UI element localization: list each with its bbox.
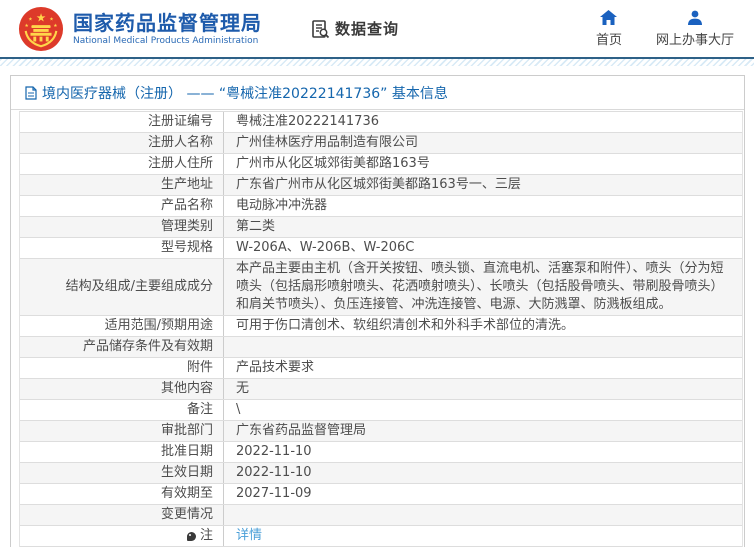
- page-title-bar: 境内医疗器械（注册） —— “粤械注准20222141736” 基本信息: [11, 76, 744, 110]
- row-label: 批准日期: [20, 442, 224, 462]
- row-label: 有效期至: [20, 484, 224, 504]
- header-nav: 首页 网上办事大厅: [595, 9, 734, 48]
- row-label: 变更情况: [20, 505, 224, 525]
- table-row: 产品名称 电动脉冲冲洗器: [20, 196, 742, 217]
- header-stripe-divider: [0, 57, 754, 66]
- person-icon: [687, 10, 702, 25]
- national-emblem-logo: ★ ★ ★ ★ ★: [18, 6, 64, 51]
- row-value: 第二类: [236, 219, 276, 234]
- row-label: 生效日期: [20, 463, 224, 483]
- row-value: 本产品主要由主机（含开关按钮、喷头锁、直流电机、活塞泵和附件）、喷头（分为短喷头…: [236, 261, 724, 312]
- agency-name-cn: 国家药品监督管理局: [73, 10, 262, 35]
- row-label: 产品名称: [20, 196, 224, 216]
- data-query-button[interactable]: 数据查询: [310, 18, 399, 39]
- row-value: [224, 337, 742, 357]
- svg-text:★: ★: [28, 16, 32, 22]
- table-row: 注册证编号 粤械注准20222141736: [20, 112, 742, 133]
- row-label: 备注: [20, 400, 224, 420]
- table-row: 产品储存条件及有效期: [20, 337, 742, 358]
- row-value: 广东省药品监督管理局: [236, 423, 367, 438]
- table-row: 生效日期 2022-11-10: [20, 463, 742, 484]
- row-value: 2027-11-09: [236, 486, 312, 501]
- table-row: 其他内容无: [20, 379, 742, 400]
- table-row: 注册人住所 广州市从化区城郊街美都路163号: [20, 154, 742, 175]
- note-icon: [186, 531, 196, 541]
- nav-item-label: 首页: [595, 32, 622, 48]
- row-value: 2022-11-10: [236, 444, 312, 459]
- nav-item-home[interactable]: 首页: [595, 9, 622, 48]
- table-row: 附件 产品技术要求: [20, 358, 742, 379]
- row-value: 广东省广州市从化区城郊街美都路163号一、三层: [236, 177, 521, 192]
- row-label: 附件: [20, 358, 224, 378]
- row-label: 结构及组成/主要组成成分: [20, 259, 224, 315]
- row-value: 可用于伤口清创术、软组织清创术和外科手术部位的清洗。: [236, 318, 575, 333]
- row-value: 广州佳林医疗用品制造有限公司: [236, 135, 419, 150]
- row-value: \: [236, 402, 241, 417]
- table-row: 有效期至 2027-11-09: [20, 484, 742, 505]
- row-value: 产品技术要求: [236, 360, 315, 375]
- nav-item-service-hall[interactable]: 网上办事大厅: [656, 10, 734, 48]
- table-row: 变更情况: [20, 505, 742, 526]
- data-query-label: 数据查询: [335, 20, 400, 38]
- row-label: 注册人住所: [20, 154, 224, 174]
- row-label: 注: [20, 526, 224, 546]
- agency-brand: ★ ★ ★ ★ ★ 国家药品监督管理局 National Medical Pro…: [18, 6, 262, 52]
- home-icon: [600, 9, 618, 25]
- table-row: 备注 \: [20, 400, 742, 421]
- row-label: 其他内容: [20, 379, 224, 399]
- registration-info-table: 注册证编号 粤械注准20222141736 注册人名称 广州佳林医疗用品制造有限公司注…: [19, 111, 743, 547]
- table-row: 型号规格 W-206A、W-206B、W-206C: [20, 238, 742, 259]
- table-row: 生产地址 广东省广州市从化区城郊街美都路163号一、三层: [20, 175, 742, 196]
- document-icon: [25, 86, 37, 100]
- table-row: 审批部门 广东省药品监督管理局: [20, 421, 742, 442]
- document-search-icon: [312, 19, 330, 38]
- row-value: W-206A、W-206B、W-206C: [236, 240, 415, 255]
- row-label: 适用范围/预期用途: [20, 316, 224, 336]
- row-label: 管理类别: [20, 217, 224, 237]
- table-row: 注册人名称 广州佳林医疗用品制造有限公司: [20, 133, 742, 154]
- row-label: 注册人名称: [20, 133, 224, 153]
- agency-name-en: National Medical Products Administration: [73, 35, 259, 46]
- row-value: [224, 505, 742, 525]
- row-value: 电动脉冲冲洗器: [236, 198, 328, 213]
- svg-text:★: ★: [53, 23, 57, 29]
- row-value: 无: [236, 381, 250, 396]
- main-panel: 境内医疗器械（注册） —— “粤械注准20222141736” 基本信息 注册证…: [10, 75, 745, 547]
- svg-text:★: ★: [24, 23, 28, 29]
- table-row: 注详情: [20, 526, 742, 547]
- table-row: 批准日期 2022-11-10: [20, 442, 742, 463]
- agency-title-block: 国家药品监督管理局 National Medical Products Admi…: [73, 11, 262, 47]
- page-title: 境内医疗器械（注册） —— “粤械注准20222141736” 基本信息: [42, 86, 448, 102]
- row-label: 审批部门: [20, 421, 224, 441]
- table-row: 适用范围/预期用途 可用于伤口清创术、软组织清创术和外科手术部位的清洗。: [20, 316, 742, 337]
- row-value: 粤械注准20222141736: [236, 114, 379, 129]
- detail-link[interactable]: 详情: [236, 528, 262, 543]
- svg-text:★: ★: [49, 16, 53, 22]
- row-label: 注册证编号: [20, 112, 224, 132]
- table-row: 管理类别 第二类: [20, 217, 742, 238]
- table-row: 结构及组成/主要组成成分 本产品主要由主机（含开关按钮、喷头锁、直流电机、活塞泵和…: [20, 259, 742, 316]
- svg-text:★: ★: [36, 10, 46, 24]
- row-value: 详情: [224, 526, 742, 546]
- site-header: ★ ★ ★ ★ ★ 国家药品监督管理局 National Medical Pro…: [0, 0, 754, 57]
- nav-item-label: 网上办事大厅: [655, 32, 734, 48]
- row-label: 生产地址: [20, 175, 224, 195]
- row-value: 广州市从化区城郊街美都路163号: [236, 156, 430, 171]
- row-label: 产品储存条件及有效期: [20, 337, 224, 357]
- row-label: 型号规格: [20, 238, 224, 258]
- row-value: 2022-11-10: [236, 465, 312, 480]
